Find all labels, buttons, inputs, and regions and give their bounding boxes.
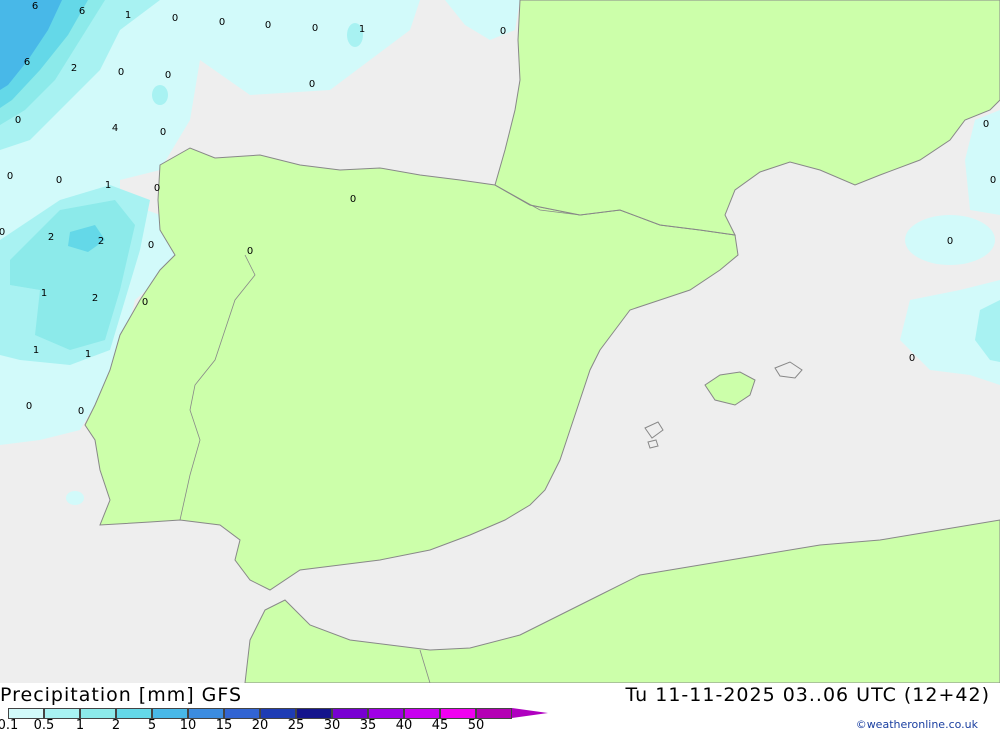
contour-label: 0 bbox=[154, 183, 160, 194]
contour-label: 1 bbox=[105, 180, 111, 191]
contour-label: 1 bbox=[125, 10, 131, 21]
contour-label: 1 bbox=[33, 345, 39, 356]
formentera bbox=[647, 439, 659, 449]
contour-label: 2 bbox=[48, 232, 54, 243]
contour-label: 0 bbox=[909, 353, 915, 364]
footer: Precipitation [mm] GFS Tu 11-11-2025 03.… bbox=[0, 683, 1000, 733]
contour-label: 0 bbox=[165, 70, 171, 81]
legend-tick: 25 bbox=[287, 718, 305, 733]
contour-label: 0 bbox=[15, 115, 21, 126]
contour-label: 0 bbox=[990, 175, 996, 186]
contour-label: 2 bbox=[98, 236, 104, 247]
legend-tick: 20 bbox=[251, 718, 269, 733]
contour-label: 0 bbox=[350, 194, 356, 205]
legend-tick: 30 bbox=[323, 718, 341, 733]
contour-label: 0 bbox=[26, 401, 32, 412]
contour-label: 0 bbox=[309, 79, 315, 90]
legend-tick: 1 bbox=[75, 718, 85, 733]
contour-label: 0 bbox=[219, 17, 225, 28]
precipitation-map: 6 6 1 0 0 0 0 1062 0 004 000 0 1 00 2 2 001 2 01 10 000000 bbox=[0, 0, 1000, 683]
contour-label: 0 bbox=[148, 240, 154, 251]
contour-label: 6 bbox=[24, 57, 30, 68]
legend-tick: 40 bbox=[395, 718, 413, 733]
legend-tick: 45 bbox=[431, 718, 449, 733]
contour-label: 0 bbox=[947, 236, 953, 247]
contour-label: 4 bbox=[112, 123, 118, 134]
contour-label: 1 bbox=[359, 24, 365, 35]
contour-label: 2 bbox=[92, 293, 98, 304]
contour-label: 0 bbox=[983, 119, 989, 130]
legend-tick: 0.1 bbox=[0, 718, 19, 733]
contour-label: 0 bbox=[78, 406, 84, 417]
contour-label: 6 bbox=[32, 1, 38, 12]
credit-link[interactable]: ©weatheronline.co.uk bbox=[856, 718, 978, 731]
legend-tick: 2 bbox=[111, 718, 121, 733]
contour-label: 0 bbox=[7, 171, 13, 182]
legend-ticks: 0.1 0.5 1 2 5 10 15 20 25 30 35 40 45 50 bbox=[0, 718, 520, 733]
contour-label: 0 bbox=[312, 23, 318, 34]
legend-tick: 35 bbox=[359, 718, 377, 733]
contour-label: 2 bbox=[71, 63, 77, 74]
legend-tick: 10 bbox=[179, 718, 197, 733]
contour-label: 0 bbox=[142, 297, 148, 308]
contour-label: 1 bbox=[41, 288, 47, 299]
contour-label: 0 bbox=[56, 175, 62, 186]
legend-arrow bbox=[512, 708, 548, 718]
contour-label: 0 bbox=[0, 227, 5, 238]
legend-tick: 0.5 bbox=[33, 718, 55, 733]
contour-label: 0 bbox=[265, 20, 271, 31]
contour-label: 6 bbox=[79, 6, 85, 17]
precip-patch-small-atlantic bbox=[66, 491, 84, 505]
contour-label: 0 bbox=[160, 127, 166, 138]
map-title: Precipitation [mm] GFS bbox=[0, 684, 243, 706]
contour-label: 1 bbox=[85, 349, 91, 360]
contour-label: 0 bbox=[500, 26, 506, 37]
precip-patch-small-north bbox=[152, 85, 168, 105]
legend-tick: 5 bbox=[147, 718, 157, 733]
legend-tick: 50 bbox=[467, 718, 485, 733]
contour-label: 0 bbox=[172, 13, 178, 24]
contour-label: 0 bbox=[247, 246, 253, 257]
legend-tick: 15 bbox=[215, 718, 233, 733]
contour-label: 0 bbox=[118, 67, 124, 78]
map-valid-time: Tu 11-11-2025 03..06 UTC (12+42) bbox=[625, 684, 990, 706]
